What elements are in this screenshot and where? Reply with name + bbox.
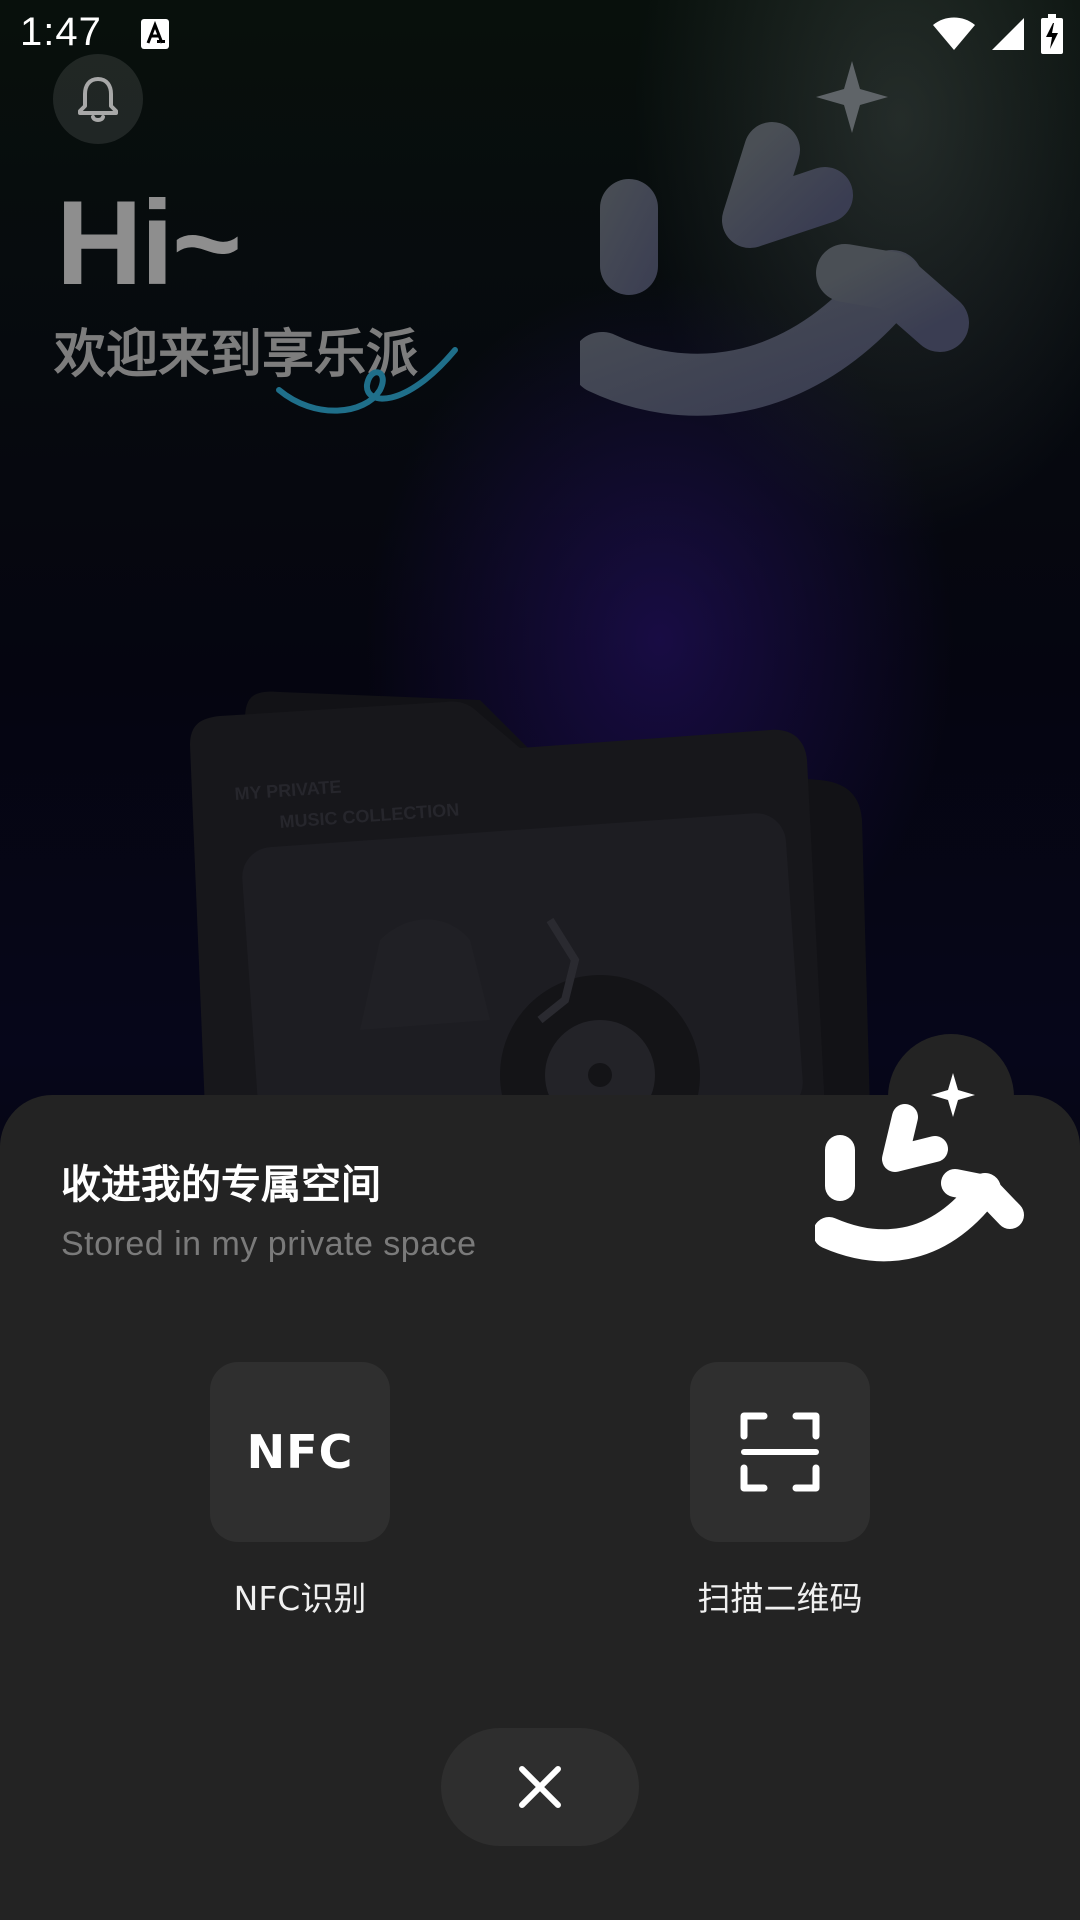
battery-charging-icon	[1041, 14, 1063, 54]
close-button[interactable]	[441, 1728, 639, 1846]
app-screen: 1:47 Hi~ 欢迎来到享乐派 MY PRIVATE MUSIC COLLEC…	[0, 0, 1080, 1920]
scan-qr-button[interactable]	[690, 1362, 870, 1542]
bell-icon	[78, 77, 118, 122]
music-folder-illustration: MY PRIVATE MUSIC COLLECTION	[190, 691, 870, 1110]
smile-logo-icon	[815, 1073, 1024, 1262]
smile-logo-art	[580, 61, 969, 416]
nfc-button[interactable]: NFC	[210, 1362, 390, 1542]
squiggle-decoration	[276, 347, 458, 414]
accessibility-font-icon	[141, 19, 169, 49]
sheet-subtitle: Stored in my private space	[61, 1225, 477, 1263]
close-icon	[519, 1766, 561, 1808]
wifi-icon	[933, 17, 975, 50]
nfc-label: NFC识别	[233, 1579, 367, 1618]
scan-qr-label: 扫描二维码	[697, 1579, 863, 1618]
sheet-title: 收进我的专属空间	[61, 1162, 381, 1208]
notifications-button[interactable]	[53, 54, 143, 144]
greeting-title: Hi~	[56, 176, 242, 310]
nfc-icon: NFC	[246, 1425, 354, 1479]
status-icons	[932, 14, 1064, 54]
cellular-signal-icon	[992, 18, 1024, 50]
scan-qr-icon	[740, 1412, 820, 1492]
status-time: 1:47	[20, 10, 102, 54]
